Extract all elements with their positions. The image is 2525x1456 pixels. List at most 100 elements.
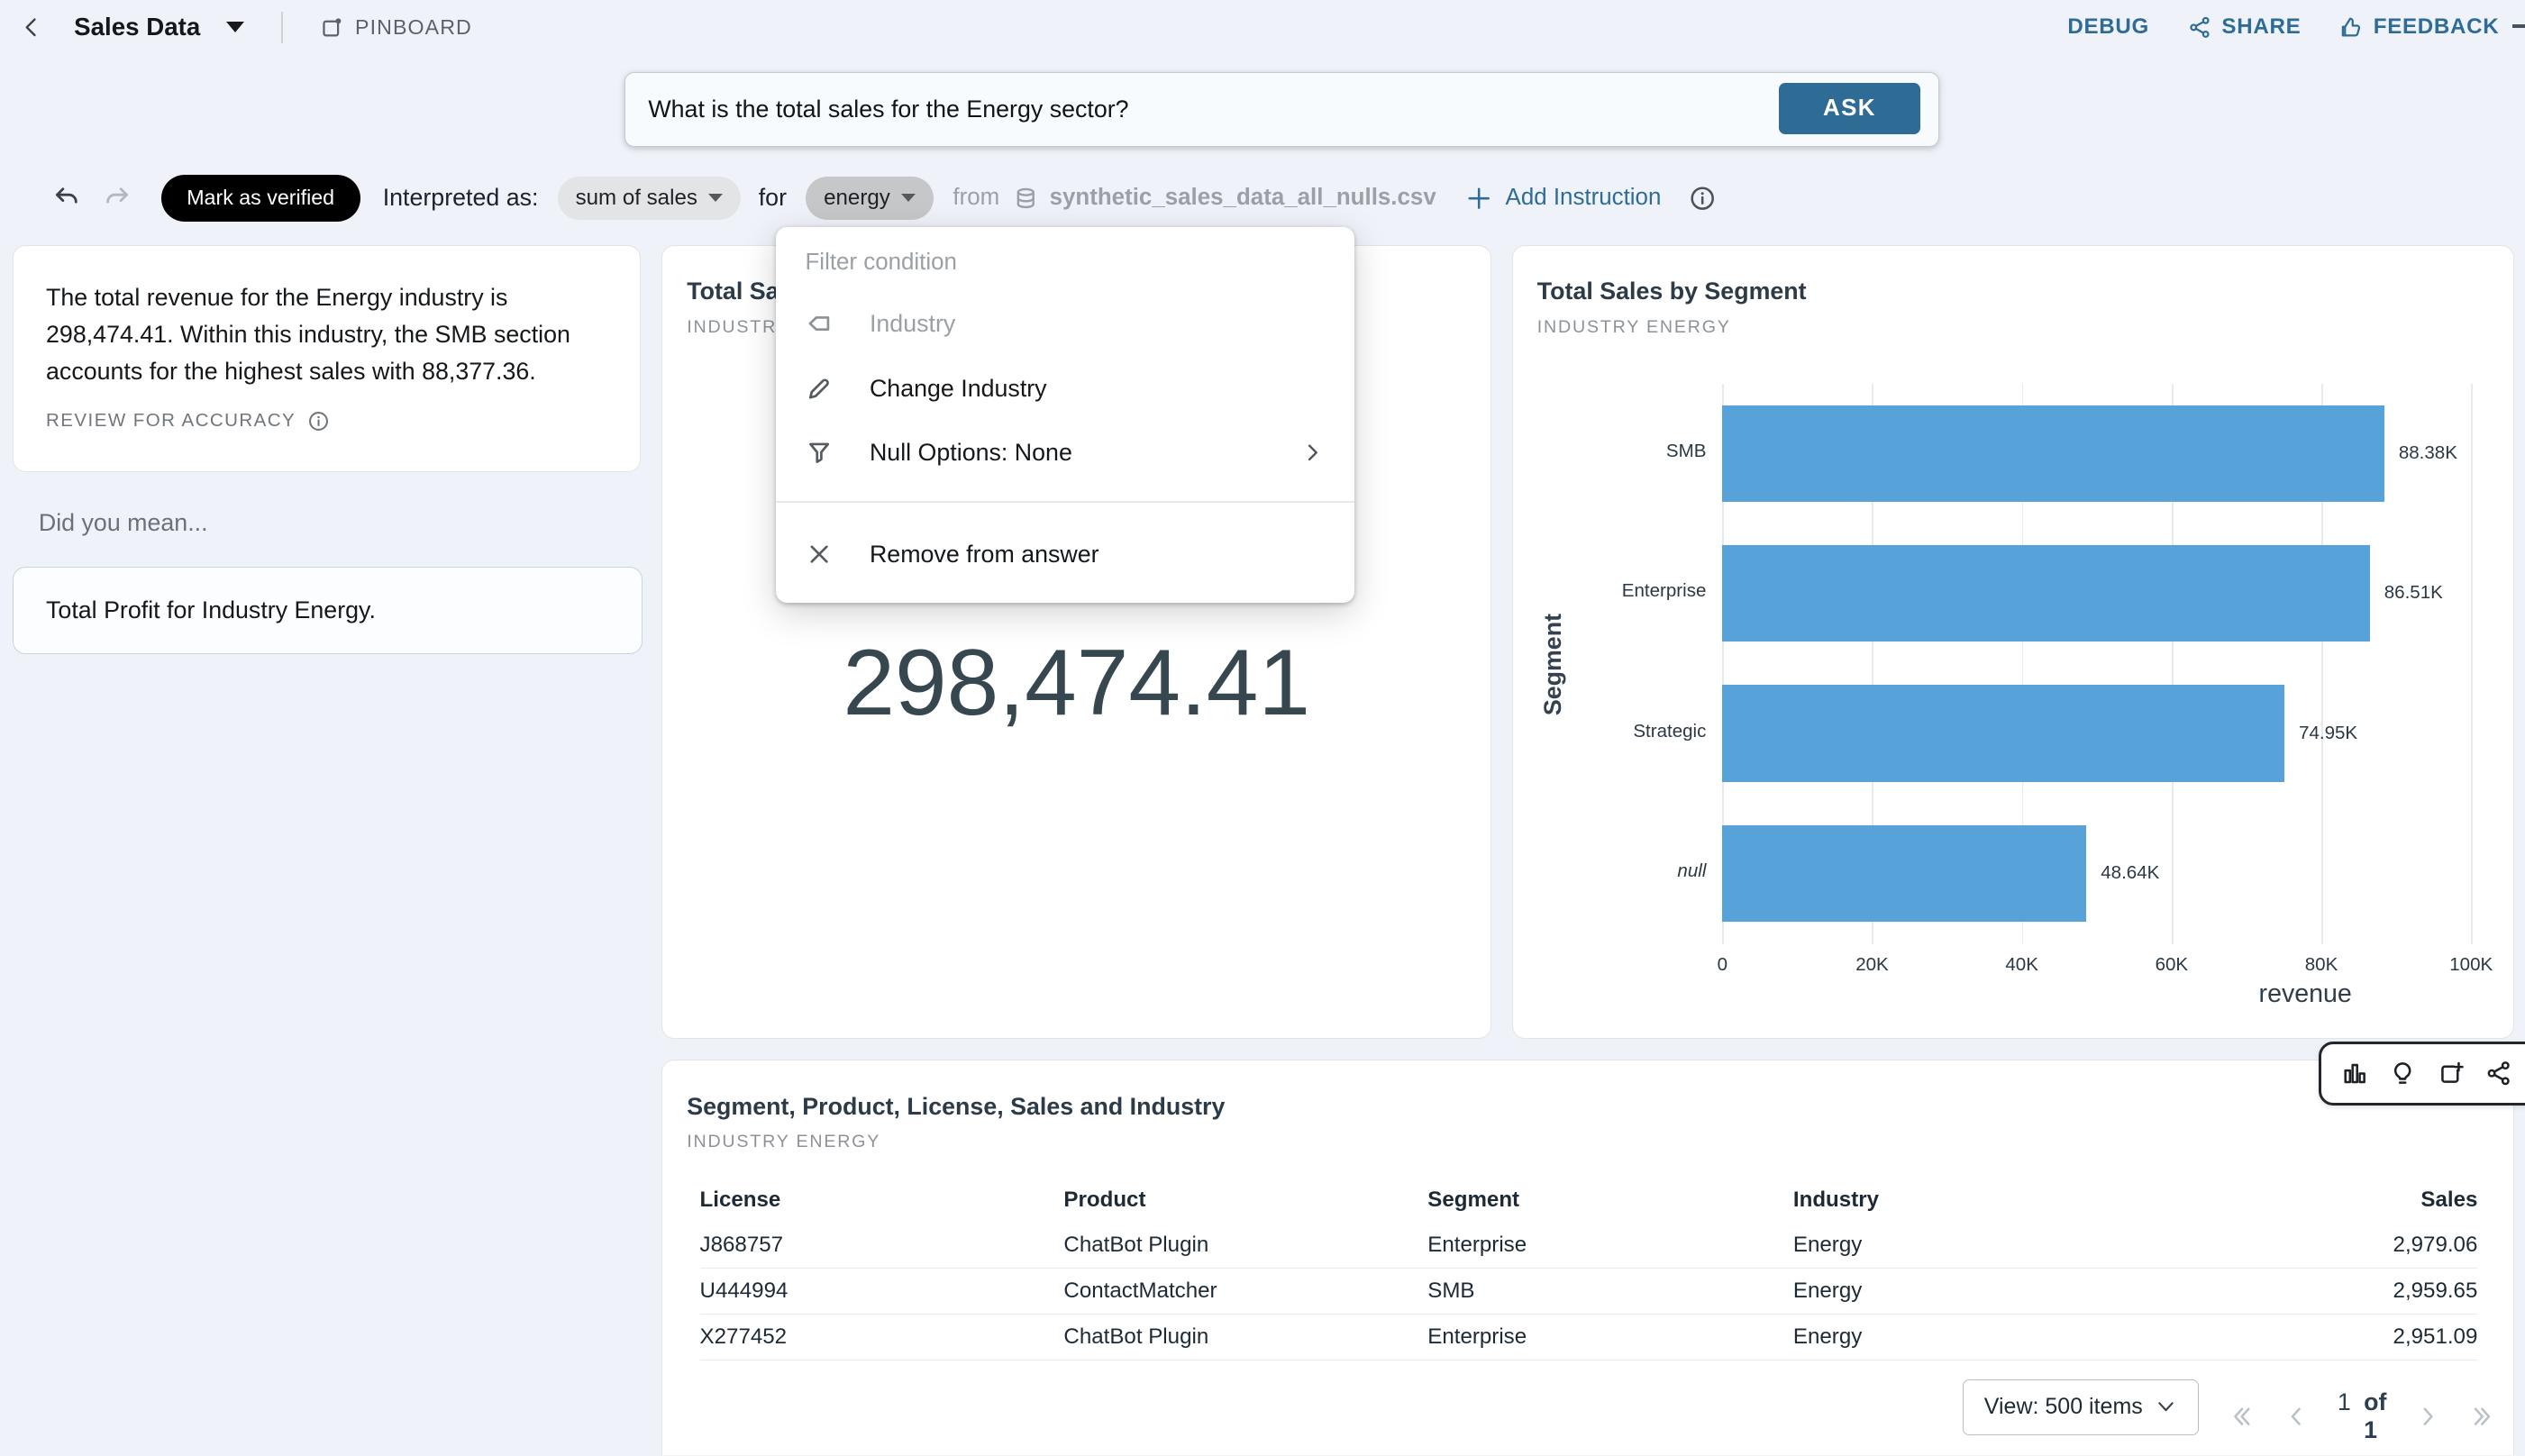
menu-divider <box>776 501 1354 503</box>
last-page-button[interactable] <box>2469 1403 2496 1430</box>
table-cell: Enterprise <box>1427 1233 1793 1258</box>
redo-icon[interactable] <box>102 183 132 214</box>
y-axis-title: Segment <box>1536 384 1571 944</box>
menu-item-label: Change Industry <box>870 375 1047 403</box>
chevron-down-icon <box>708 194 723 202</box>
next-page-button[interactable] <box>2414 1403 2441 1430</box>
table-cell: Energy <box>1793 1324 2276 1350</box>
table-row[interactable]: J868757ChatBot PluginEnterpriseEnergy2,9… <box>700 1223 2478 1269</box>
column-header-segment[interactable]: Segment <box>1427 1188 1793 1213</box>
database-icon <box>1013 186 1039 212</box>
info-icon[interactable] <box>307 410 330 432</box>
interpretation-row: Mark as verified Interpreted as: sum of … <box>51 170 1716 225</box>
table-cell: 2,959.65 <box>2276 1279 2477 1304</box>
filter-token-energy[interactable]: energy <box>806 177 934 220</box>
table-cell: Enterprise <box>1427 1324 1793 1350</box>
page-indicator: 1 of 1 <box>2338 1388 2386 1444</box>
undo-icon[interactable] <box>51 183 82 214</box>
menu-item-remove-from-answer[interactable]: Remove from answer <box>776 519 1354 590</box>
share-icon[interactable] <box>2485 1060 2512 1087</box>
column-header-sales[interactable]: Sales <box>2276 1188 2477 1213</box>
gridline <box>2471 384 2473 944</box>
table-cell: Energy <box>1793 1279 2276 1304</box>
app-root: Sales Data PINBOARD DEBUG SHARE FEEDBACK <box>0 0 2525 1455</box>
bar-chart-icon[interactable] <box>2341 1060 2368 1087</box>
chart-card-subtitle: INDUSTRY ENERGY <box>1537 317 2513 338</box>
column-header-license[interactable]: License <box>700 1188 1064 1213</box>
thumbs-up-icon <box>2339 15 2364 40</box>
bar-value-label: 74.95K <box>2299 723 2357 744</box>
lightbulb-icon[interactable] <box>2389 1060 2416 1087</box>
pinboard-icon <box>320 15 344 40</box>
x-tick-label: 60K <box>2156 954 2189 976</box>
prev-page-button[interactable] <box>2283 1403 2310 1430</box>
bar-enterprise[interactable] <box>1722 545 2369 642</box>
pinboard-button[interactable]: PINBOARD <box>320 15 472 40</box>
column-header-industry[interactable]: Industry <box>1793 1188 2276 1213</box>
info-icon[interactable] <box>1689 185 1716 212</box>
y-category-label-smb: SMB <box>1568 441 1707 462</box>
did-you-mean-suggestion[interactable]: Total Profit for Industry Energy. <box>13 567 643 654</box>
chevron-down-icon <box>2155 1396 2177 1418</box>
app-title[interactable]: Sales Data <box>74 13 200 41</box>
menu-item-label: Remove from answer <box>870 541 1099 569</box>
table-cell: J868757 <box>700 1233 1064 1258</box>
y-category-label-null: null <box>1568 860 1707 882</box>
kpi-value: 298,474.41 <box>662 629 1490 736</box>
x-tick-label: 20K <box>1855 954 1889 976</box>
table-cell: Energy <box>1793 1233 2276 1258</box>
column-header-product[interactable]: Product <box>1063 1188 1427 1213</box>
x-axis-title: revenue <box>2259 979 2352 1009</box>
menu-item-label: Null Options: None <box>870 439 1072 467</box>
filter-menu-items: IndustryChange IndustryNull Options: Non… <box>776 292 1354 590</box>
from-label: from <box>953 185 999 211</box>
debug-button[interactable]: DEBUG <box>2067 14 2149 40</box>
back-icon[interactable] <box>19 14 45 41</box>
table-card-subtitle: INDUSTRY ENERGY <box>687 1132 2512 1152</box>
question-input[interactable]: What is the total sales for the Energy s… <box>648 96 1128 123</box>
feedback-button[interactable]: FEEDBACK <box>2339 14 2499 40</box>
interpreted-as-label: Interpreted as: <box>383 184 539 212</box>
table-footer: View: 500 items 1 of 1 <box>662 1379 2477 1443</box>
divider <box>281 12 283 44</box>
chart-toolbar <box>2319 1042 2525 1105</box>
share-icon <box>2188 15 2212 40</box>
chevron-right-icon <box>1299 440 1326 466</box>
bar-value-label: 88.38K <box>2399 442 2457 464</box>
chevron-down-icon[interactable] <box>226 22 244 32</box>
pencil-icon <box>805 374 834 403</box>
x-tick-label: 0 <box>1718 954 1727 976</box>
y-category-label-strategic: Strategic <box>1568 721 1707 742</box>
plus-icon <box>1465 185 1492 212</box>
table-cell: U444994 <box>700 1279 1064 1304</box>
menu-header: Filter condition <box>776 243 1354 292</box>
insight-text: The total revenue for the Energy industr… <box>46 279 607 390</box>
funnel-icon <box>805 438 834 467</box>
ask-bar[interactable]: What is the total sales for the Energy s… <box>624 72 1938 146</box>
first-page-button[interactable] <box>2228 1403 2255 1430</box>
ask-button[interactable]: ASK <box>1779 83 1920 134</box>
bar-strategic[interactable] <box>1722 685 2284 781</box>
bar-smb[interactable] <box>1722 405 2384 502</box>
menu-item-null-options-none[interactable]: Null Options: None <box>776 421 1354 485</box>
menu-item-change-industry[interactable]: Change Industry <box>776 356 1354 420</box>
table-row[interactable]: U444994ContactMatcherSMBEnergy2,959.65 <box>700 1269 2478 1315</box>
y-category-label-enterprise: Enterprise <box>1568 580 1707 602</box>
insight-card: The total revenue for the Energy industr… <box>13 245 641 472</box>
table-card-title: Segment, Product, License, Sales and Ind… <box>687 1093 2512 1121</box>
view-items-select[interactable]: View: 500 items <box>1963 1379 2200 1436</box>
table-cell: 2,951.09 <box>2276 1324 2477 1350</box>
mark-verified-button[interactable]: Mark as verified <box>161 175 360 222</box>
pin-add-icon[interactable] <box>2438 1060 2465 1087</box>
close-icon <box>805 540 834 569</box>
bar-null[interactable] <box>1722 825 2086 922</box>
header-overflow-icon[interactable] <box>2512 24 2525 28</box>
add-instruction-button[interactable]: Add Instruction <box>1465 185 1661 212</box>
bar-chart-card: Total Sales by Segment INDUSTRY ENERGY S… <box>1512 245 2514 1039</box>
filter-condition-menu: Filter condition IndustryChange Industry… <box>776 227 1354 603</box>
chart-plot: 020K40K60K80K100KSMB88.38KEnterprise86.5… <box>1722 384 2471 944</box>
table-row[interactable]: X277452ChatBot PluginEnterpriseEnergy2,9… <box>700 1315 2478 1360</box>
chevron-down-icon <box>901 194 916 202</box>
share-button[interactable]: SHARE <box>2188 14 2301 40</box>
measure-token[interactable]: sum of sales <box>558 177 741 220</box>
